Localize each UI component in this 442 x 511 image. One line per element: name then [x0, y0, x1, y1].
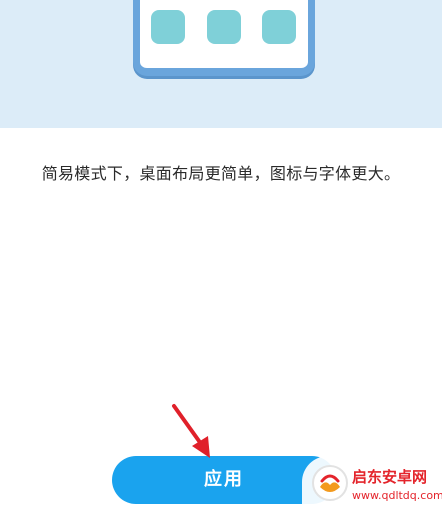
illustration-banner: [0, 0, 442, 128]
app-tile-icon: [262, 10, 296, 44]
mode-description: 简易模式下，桌面布局更简单，图标与字体更大。: [41, 164, 401, 183]
app-tile-icon: [151, 10, 185, 44]
watermark-url: www.qdltdq.com: [352, 489, 442, 502]
phone-illustration-icon: [133, 0, 315, 76]
simple-mode-page: 简易模式下，桌面布局更简单，图标与字体更大。 应用 启东安卓网 www.qdlt…: [0, 0, 442, 511]
watermark: 启东安卓网 www.qdltdq.com: [302, 456, 442, 511]
app-tile-icon: [207, 10, 241, 44]
watermark-logo-icon: [312, 465, 348, 501]
red-arrow-icon: [172, 404, 210, 458]
watermark-title: 启东安卓网: [352, 468, 428, 486]
